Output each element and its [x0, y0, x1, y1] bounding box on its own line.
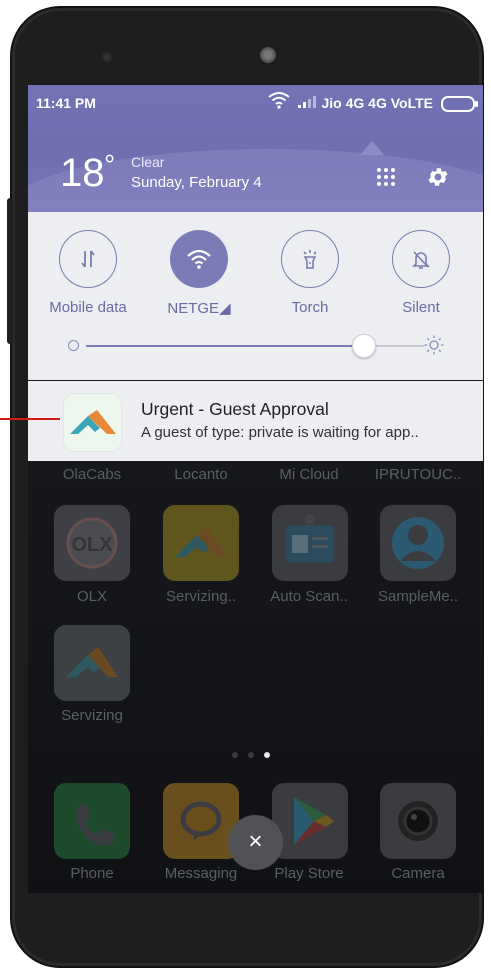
weather-condition: Clear [131, 154, 165, 170]
wifi-toggle[interactable] [170, 230, 228, 288]
house-illustration-icon [360, 141, 384, 155]
app-label-mi-cloud[interactable]: Mi Cloud [254, 466, 364, 483]
brightness-slider-fill [86, 345, 364, 347]
dock-label-messaging[interactable]: Messaging [146, 865, 256, 882]
quick-settings-panel: Mobile data NETGE◢ Torch Silent [28, 212, 483, 380]
app-label-auto-scan[interactable]: Auto Scan.. [254, 588, 364, 605]
id-card-icon[interactable] [272, 505, 348, 581]
app-label-servizing-2[interactable]: Servizing [37, 707, 147, 724]
signal-strength-icon [298, 96, 316, 108]
carrier-label: Jio 4G 4G VoLTE [321, 95, 433, 111]
olx-icon[interactable]: OLX [54, 505, 130, 581]
page-indicator [232, 752, 270, 758]
wifi-label: NETGE◢ [167, 300, 231, 317]
svg-text:OLX: OLX [71, 534, 113, 556]
page-dot [232, 752, 238, 758]
current-date: Sunday, February 4 [131, 174, 262, 191]
battery-icon [441, 96, 478, 112]
degree-symbol: ° [104, 149, 116, 180]
app-grid-icon[interactable] [376, 167, 396, 187]
mobile-data-icon [81, 250, 95, 268]
dock-label-play-store[interactable]: Play Store [254, 865, 364, 882]
play-store-icon[interactable] [272, 783, 348, 859]
wifi-icon [187, 249, 211, 269]
mobile-data-toggle[interactable] [59, 230, 117, 288]
dock-label-phone[interactable]: Phone [37, 865, 147, 882]
person-icon[interactable] [380, 505, 456, 581]
app-label-locanto[interactable]: Locanto [146, 466, 256, 483]
annotation-pointer [0, 418, 60, 420]
notification-shade-header: 11:41 PM Jio 4G 4G VoLTE 18 ° Clear Sund… [28, 85, 483, 212]
brightness-slider[interactable] [86, 334, 424, 358]
screen: OlaCabs Locanto Mi Cloud IPRUTOUC.. OLX … [28, 85, 483, 893]
phone-icon[interactable] [54, 783, 130, 859]
servizing-icon[interactable] [54, 625, 130, 701]
page-dot-active [264, 752, 270, 758]
app-label-olacabs[interactable]: OlaCabs [37, 466, 147, 483]
front-camera [102, 52, 112, 62]
app-label-iprutouch[interactable]: IPRUTOUC.. [363, 466, 473, 483]
close-button[interactable]: × [228, 815, 283, 870]
servizing-app-icon [64, 394, 121, 451]
brightness-low-icon [68, 340, 79, 351]
silent-bell-icon [412, 251, 430, 269]
side-button [7, 198, 13, 344]
app-label-olx[interactable]: OLX [37, 588, 147, 605]
app-label-sampleme[interactable]: SampleMe.. [363, 588, 473, 605]
gear-icon[interactable] [426, 165, 450, 189]
app-label-servizing-1[interactable]: Servizing.. [146, 588, 256, 605]
notification-title: Urgent - Guest Approval [141, 399, 329, 419]
torch-icon [303, 250, 317, 269]
camera-icon[interactable] [380, 783, 456, 859]
torch-label: Torch [291, 299, 329, 316]
dock-label-camera[interactable]: Camera [363, 865, 473, 882]
mobile-data-label: Mobile data [49, 299, 127, 316]
brightness-high-icon [424, 335, 444, 355]
temperature: 18 [60, 151, 105, 195]
silent-toggle[interactable] [392, 230, 450, 288]
brightness-slider-thumb[interactable] [352, 334, 377, 358]
servizing-icon[interactable] [163, 505, 239, 581]
earpiece-speaker [260, 47, 276, 63]
wifi-status-icon [268, 92, 290, 109]
silent-label: Silent [402, 299, 440, 316]
notification-body: A guest of type: private is waiting for … [141, 424, 419, 441]
torch-toggle[interactable] [281, 230, 339, 288]
status-time: 11:41 PM [36, 95, 96, 111]
notification-card[interactable]: Urgent - Guest Approval A guest of type:… [28, 381, 483, 461]
page-dot [248, 752, 254, 758]
